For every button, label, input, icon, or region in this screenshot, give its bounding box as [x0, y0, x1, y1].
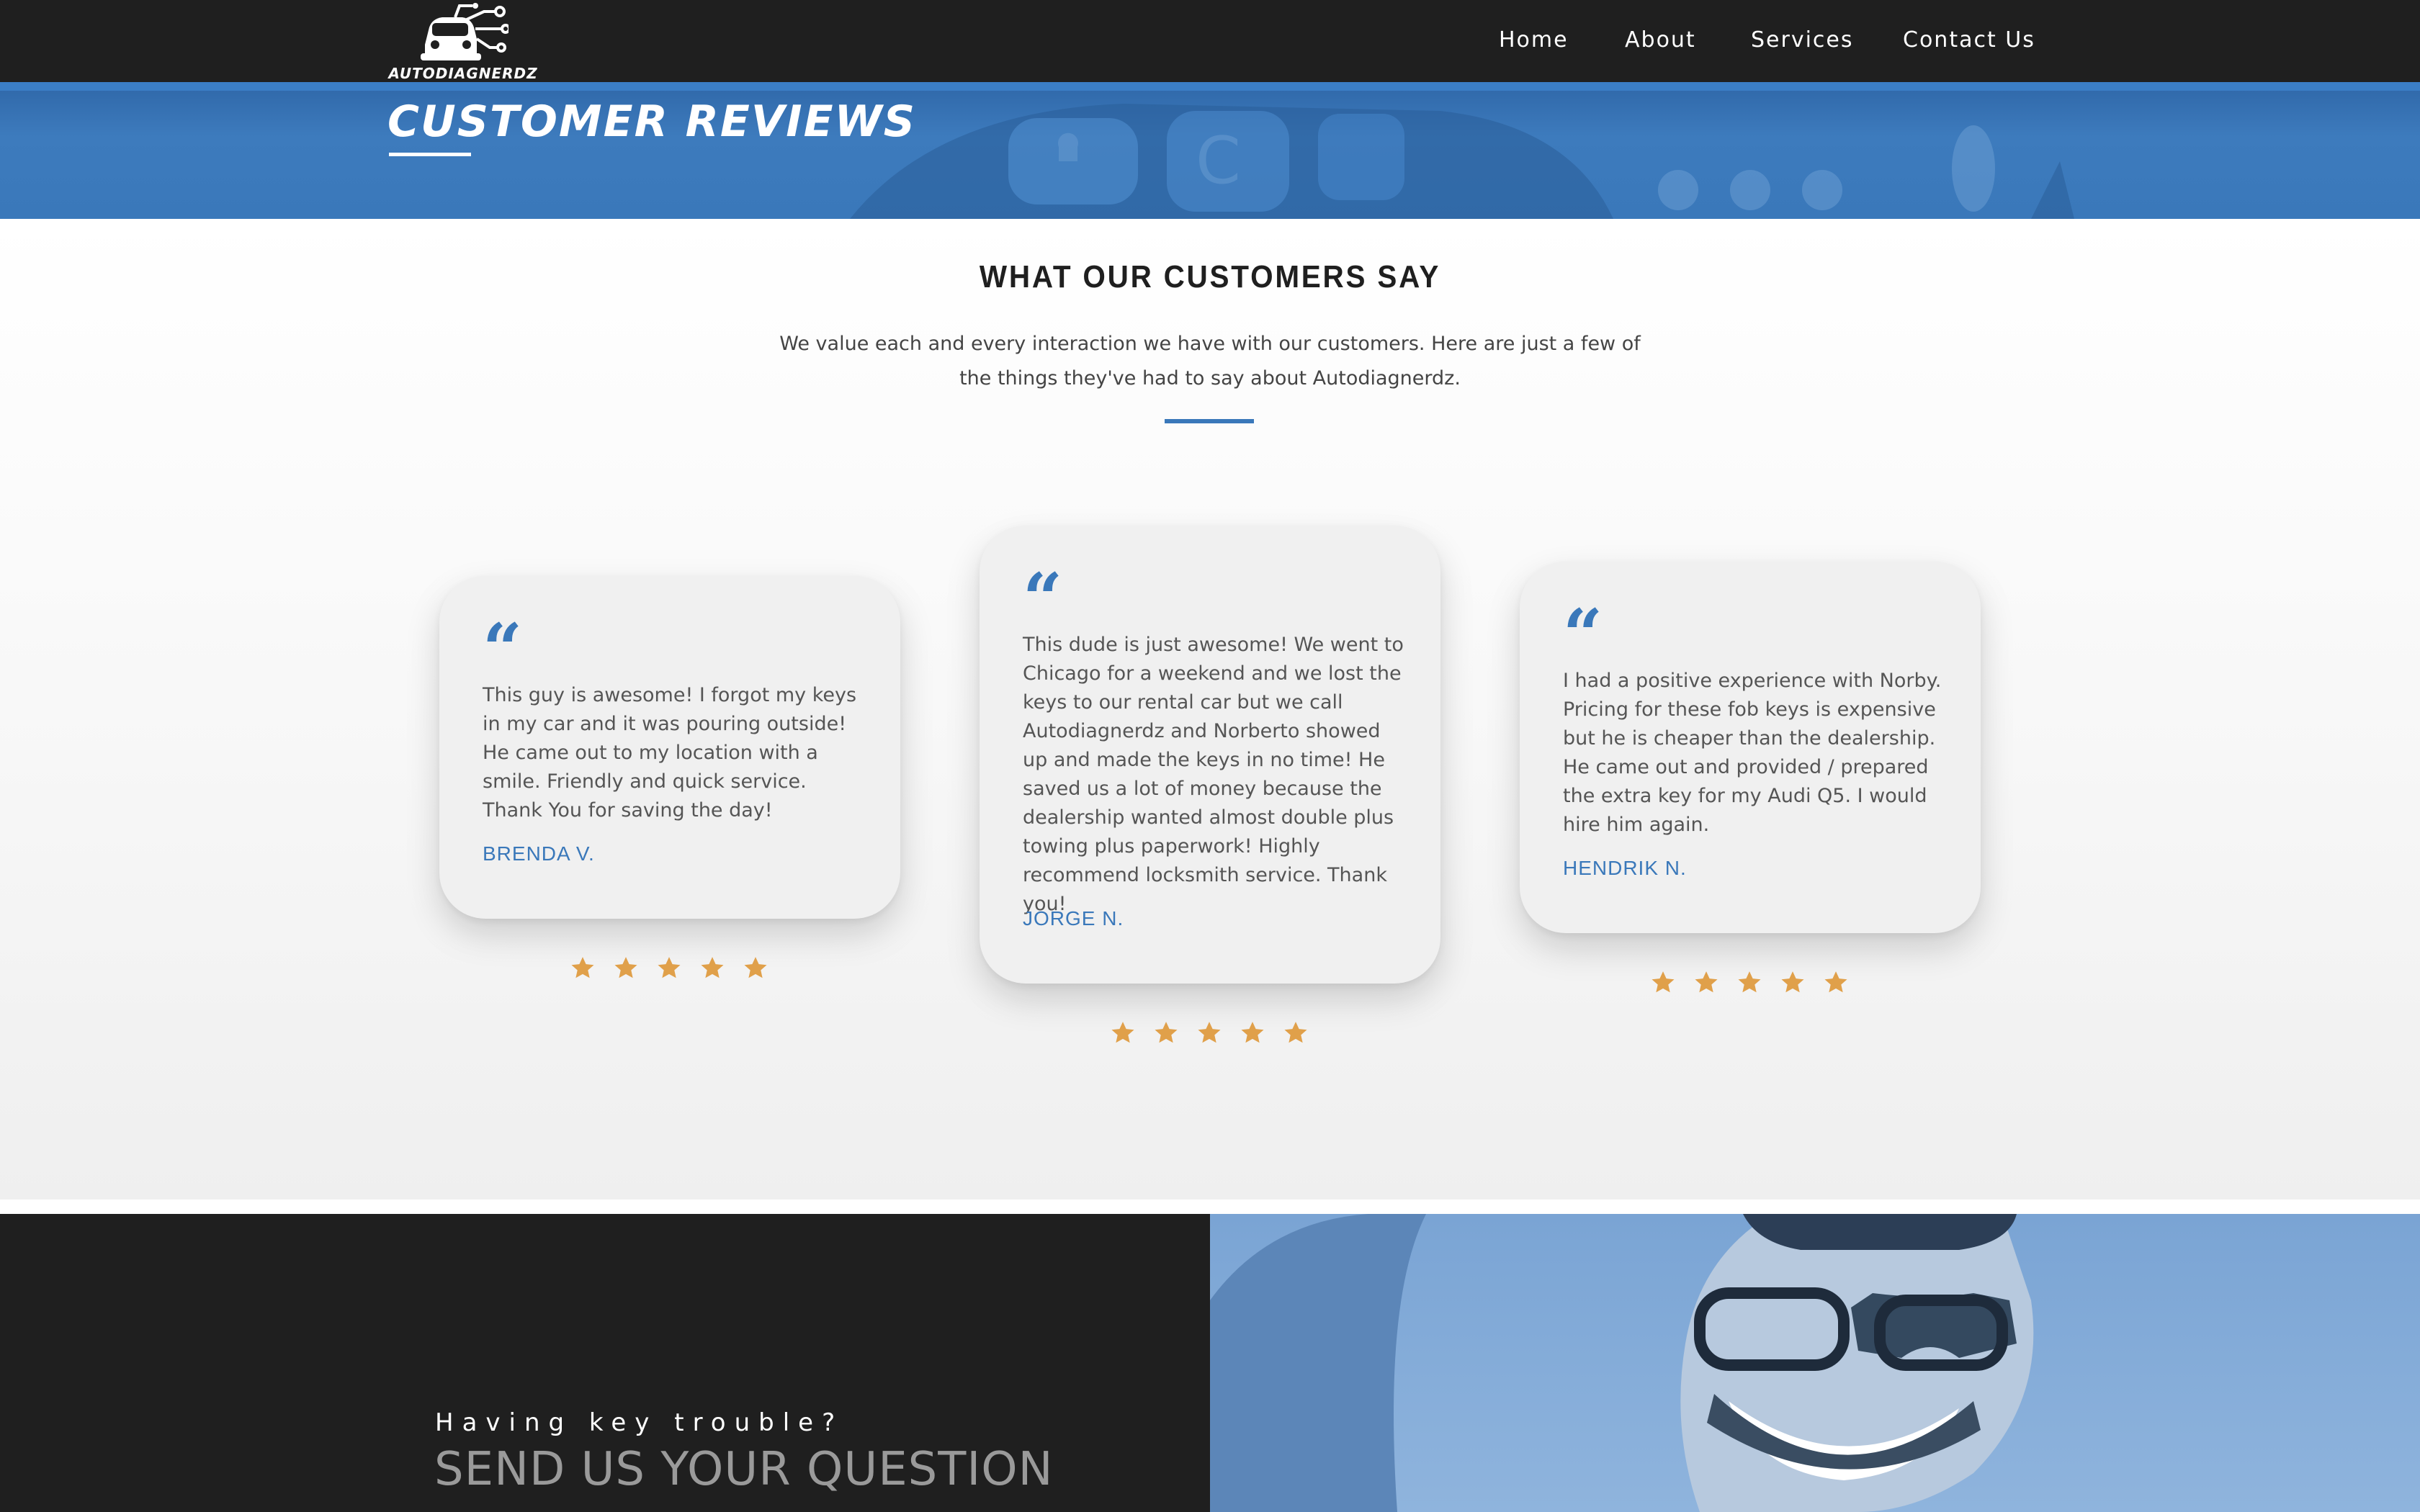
- star-icon: [1198, 1022, 1221, 1043]
- star-icon: [744, 957, 767, 978]
- star-icon: [1111, 1022, 1134, 1043]
- star-icon: [658, 957, 681, 978]
- star-icon: [1824, 971, 1847, 993]
- nav-home[interactable]: Home: [1499, 27, 1569, 53]
- star-icon: [1652, 971, 1675, 993]
- page-hero: C CUSTOMER REVIEWS: [0, 82, 2420, 219]
- quote-icon: “: [1563, 594, 1603, 675]
- cta-panel: Having key trouble? SEND US YOUR QUESTIO…: [0, 1214, 1210, 1512]
- title-underline: [389, 153, 471, 156]
- star-icon: [1241, 1022, 1264, 1043]
- star-icon: [1781, 971, 1804, 993]
- cta-heading: SEND US YOUR QUESTION: [434, 1443, 1054, 1496]
- cta-kicker: Having key trouble?: [435, 1408, 844, 1437]
- star-icon: [571, 957, 594, 978]
- review-text: I had a positive experience with Norby. …: [1563, 670, 1942, 836]
- car-circuit-icon: [421, 3, 508, 60]
- svg-text:C: C: [1196, 123, 1241, 199]
- nav-services[interactable]: Services: [1751, 27, 1854, 53]
- review-rating: [1109, 1020, 1309, 1047]
- photo-illustration: [1210, 1214, 2034, 1512]
- star-icon: [1284, 1022, 1307, 1043]
- star-icon: [1155, 1022, 1178, 1043]
- smiling-man-photo: [1210, 1214, 2420, 1512]
- star-icon: [701, 957, 724, 978]
- reviews-section: WHAT OUR CUSTOMERS SAY We value each and…: [0, 219, 2420, 1200]
- nav-contact-us[interactable]: Contact Us: [1903, 27, 2035, 53]
- quote-icon: “: [483, 608, 523, 690]
- logo-wordmark: AUTODIAGNERDZ: [388, 65, 538, 82]
- review-author: JORGE N.: [1023, 907, 1124, 930]
- review-author: BRENDA V.: [483, 842, 595, 865]
- review-text: This dude is just awesome! We went to Ch…: [1023, 634, 1404, 915]
- page-title: CUSTOMER REVIEWS: [387, 96, 917, 147]
- star-icon: [1695, 971, 1718, 993]
- section-title: WHAT OUR CUSTOMERS SAY: [979, 259, 1441, 294]
- review-rating: [1649, 969, 1850, 996]
- section-description: We value each and every interaction we h…: [779, 333, 1641, 390]
- navbar: AUTODIAGNERDZ Home About Services Contac…: [0, 0, 2420, 82]
- quote-icon: “: [1023, 558, 1063, 639]
- review-card: “ This guy is awesome! I forgot my keys …: [439, 576, 900, 919]
- nav-about[interactable]: About: [1625, 27, 1696, 53]
- star-icon: [614, 957, 637, 978]
- contact-cta-section: Having key trouble? SEND US YOUR QUESTIO…: [0, 1214, 2420, 1512]
- hero-background-image: C: [850, 104, 2074, 219]
- review-text: This guy is awesome! I forgot my keys in…: [483, 684, 857, 822]
- review-rating: [569, 955, 769, 982]
- review-card: “ I had a positive experience with Norby…: [1520, 562, 1981, 933]
- brand-logo[interactable]: AUTODIAGNERDZ: [387, 1, 539, 82]
- review-author: HENDRIK N.: [1563, 857, 1687, 879]
- star-icon: [1738, 971, 1761, 993]
- section-divider: [1165, 419, 1254, 423]
- review-card: “ This dude is just awesome! We went to …: [980, 526, 1440, 984]
